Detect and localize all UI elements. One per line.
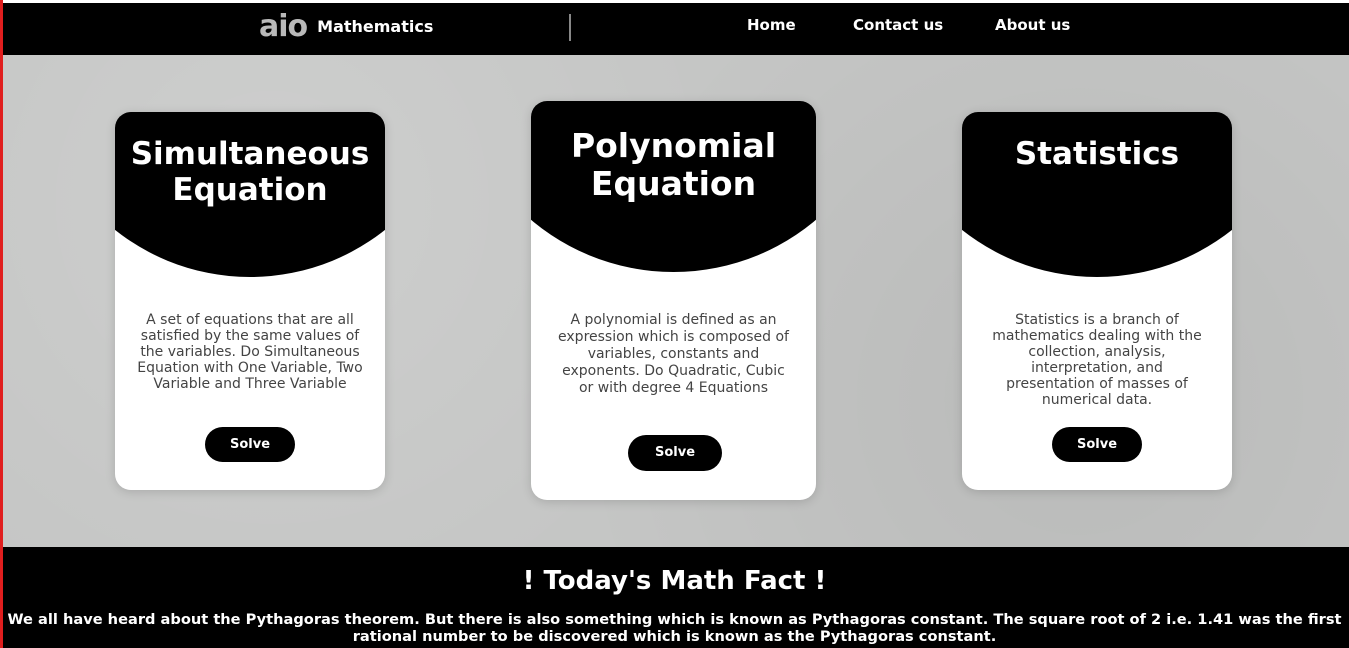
- card-title: Simultaneous Equation: [115, 136, 385, 208]
- top-border: [0, 0, 1349, 3]
- left-border: [0, 0, 3, 648]
- card-title-line1: Polynomial: [570, 126, 777, 165]
- card-title-line1: Statistics: [1014, 136, 1180, 172]
- header-divider: [569, 14, 571, 41]
- card-simultaneous-equation: Simultaneous Equation A set of equations…: [115, 112, 385, 490]
- solve-button[interactable]: Solve: [1052, 427, 1142, 462]
- math-fact-section: ! Today's Math Fact ! We all have heard …: [0, 547, 1349, 648]
- nav-home[interactable]: Home: [747, 16, 796, 34]
- solve-button[interactable]: Solve: [628, 435, 722, 471]
- card-description: Statistics is a branch of mathematics de…: [992, 312, 1202, 408]
- solve-button[interactable]: Solve: [205, 427, 295, 462]
- card-statistics: Statistics Statistics is a branch of mat…: [962, 112, 1232, 490]
- card-description: A set of equations that are all satisfie…: [137, 312, 363, 392]
- card-title-line2: Equation: [172, 172, 328, 208]
- nav-about-us[interactable]: About us: [995, 16, 1070, 34]
- logo-text: Mathematics: [317, 16, 434, 36]
- logo[interactable]: aio Mathematics: [259, 8, 434, 44]
- card-title: Statistics: [962, 136, 1232, 172]
- main-content: Simultaneous Equation A set of equations…: [3, 55, 1349, 547]
- header: aio Mathematics Home Contact us About us: [0, 3, 1349, 55]
- card-polynomial-equation: Polynomial Equation A polynomial is defi…: [531, 101, 816, 500]
- fact-title: ! Today's Math Fact !: [522, 566, 827, 596]
- card-title-line1: Simultaneous: [130, 136, 370, 172]
- card-title-line2: Equation: [590, 164, 757, 203]
- fact-text: We all have heard about the Pythagoras t…: [7, 611, 1342, 645]
- nav-contact-us[interactable]: Contact us: [853, 16, 943, 34]
- logo-mark: aio: [259, 8, 308, 44]
- card-description: A polynomial is defined as an expression…: [558, 312, 789, 396]
- card-title: Polynomial Equation: [531, 127, 816, 203]
